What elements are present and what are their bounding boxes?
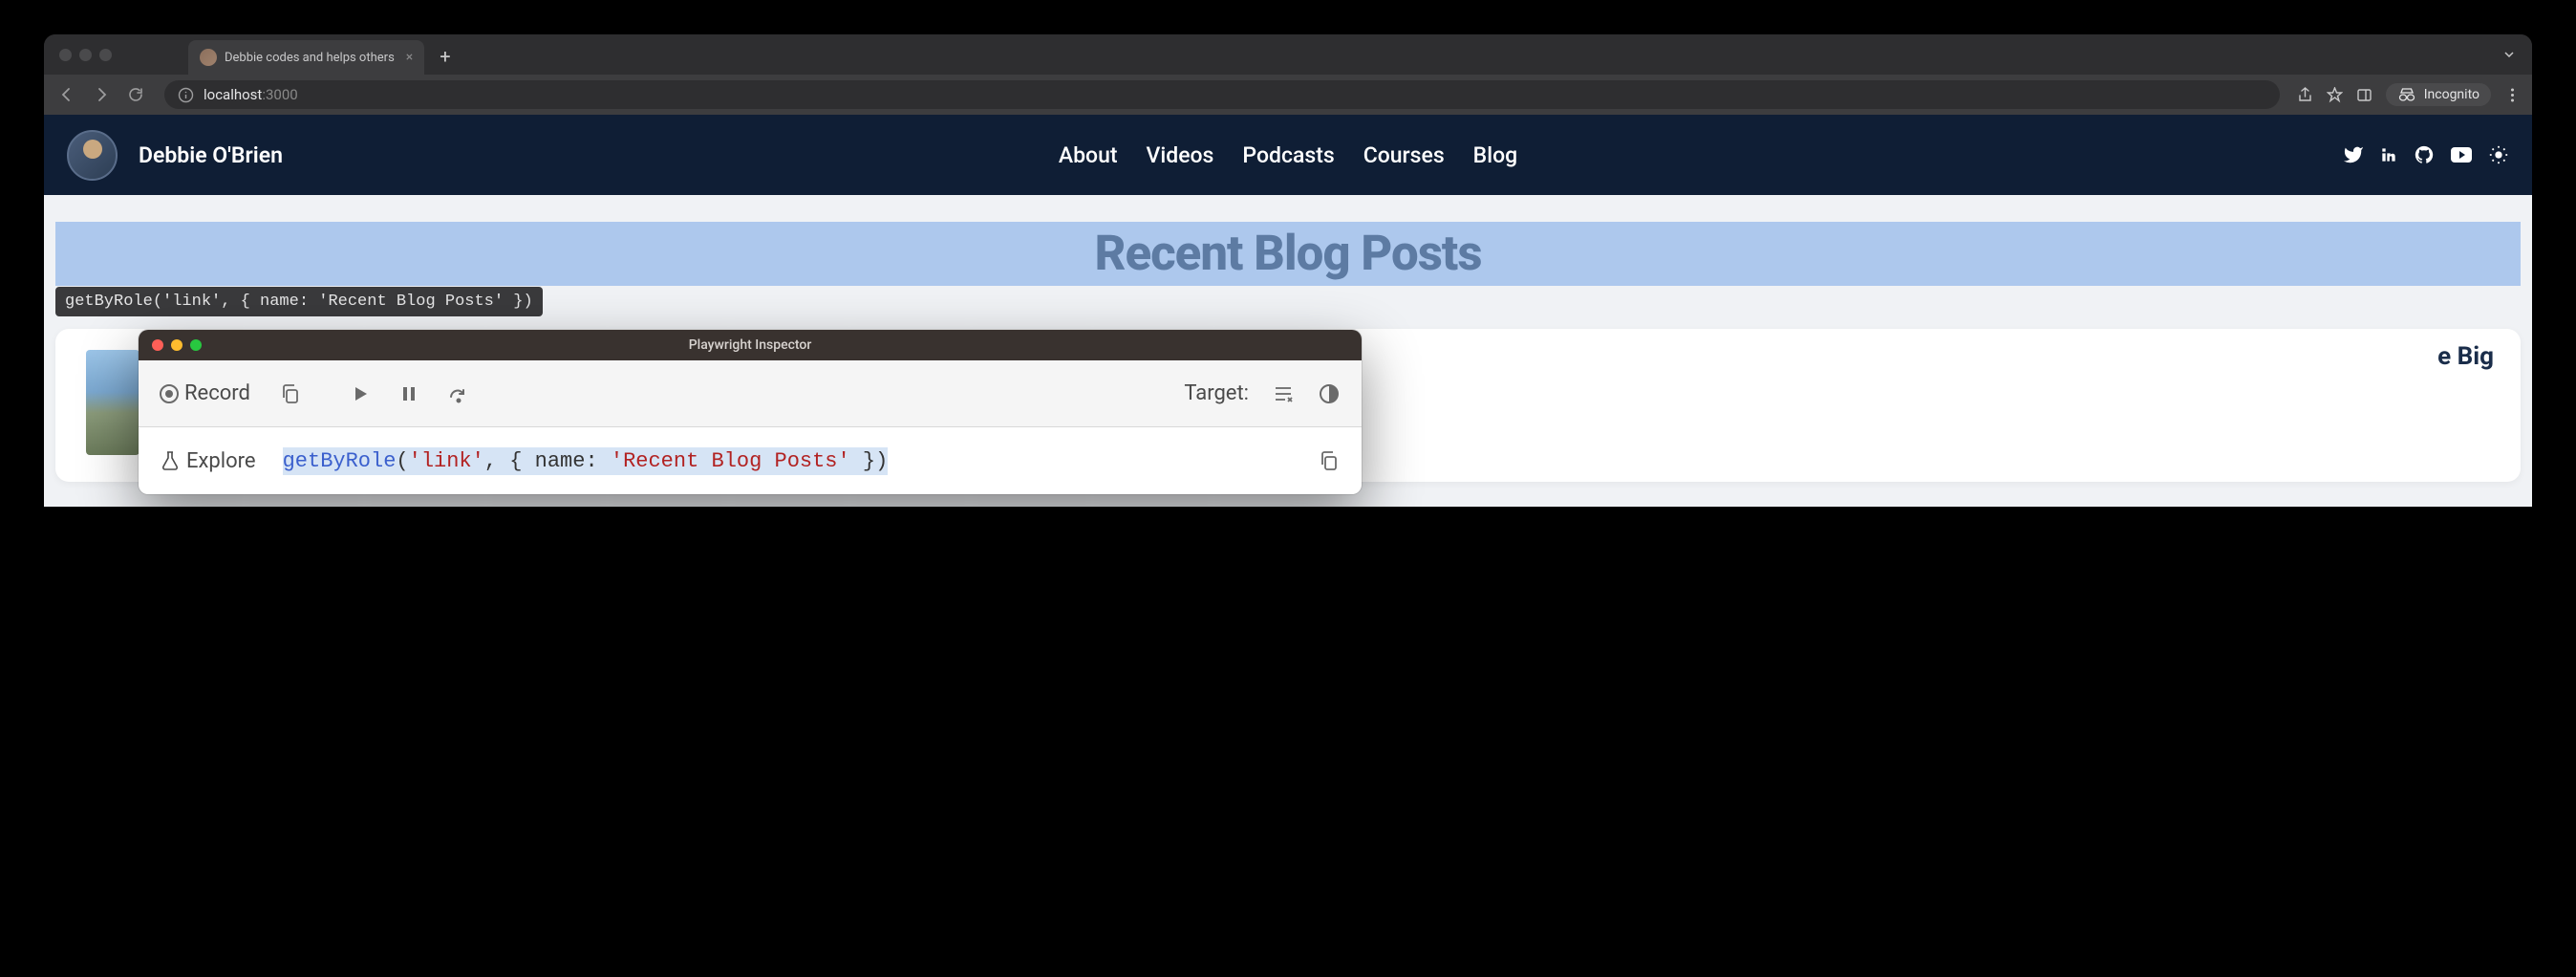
expand-tabs-button[interactable] [2501, 47, 2517, 62]
site-header: Debbie O'Brien About Videos Podcasts Cou… [44, 115, 2532, 195]
copy-icon[interactable] [279, 382, 302, 405]
inspector-explorer-bar: Explore getByRole('link', { name: 'Recen… [139, 427, 1362, 494]
inspector-window-controls [152, 339, 202, 351]
nav-podcasts[interactable]: Podcasts [1242, 142, 1334, 168]
url-text: localhost:3000 [204, 86, 298, 103]
new-tab-button[interactable]: + [440, 45, 450, 68]
step-over-icon[interactable] [447, 383, 470, 404]
tab-close-button[interactable]: × [406, 50, 413, 65]
share-icon[interactable] [2297, 87, 2313, 103]
incognito-icon [2397, 88, 2416, 101]
blog-title-partial: e Big [2437, 342, 2494, 371]
site-info-icon[interactable] [178, 87, 194, 103]
blog-thumbnail [86, 350, 140, 455]
theme-icon[interactable] [1318, 382, 1341, 405]
pause-icon[interactable] [399, 383, 419, 404]
menu-icon[interactable] [2504, 87, 2521, 103]
social-links [2343, 144, 2509, 165]
incognito-badge[interactable]: Incognito [2386, 83, 2491, 106]
avatar[interactable] [67, 130, 118, 181]
window-maximize-button[interactable] [99, 49, 112, 61]
nav-courses[interactable]: Courses [1363, 142, 1445, 168]
inspector-toolbar: Record Target: [139, 360, 1362, 427]
clear-icon[interactable] [1272, 383, 1295, 404]
nav-about[interactable]: About [1059, 142, 1118, 168]
incognito-label: Incognito [2424, 87, 2479, 102]
inspector-close-button[interactable] [152, 339, 163, 351]
nav-blog[interactable]: Blog [1473, 142, 1517, 168]
back-button[interactable] [55, 83, 78, 106]
copy-locator-icon[interactable] [1318, 449, 1341, 472]
tab-favicon [200, 49, 217, 66]
inspector-titlebar: Playwright Inspector [139, 330, 1362, 360]
target-label: Target: [1184, 381, 1249, 405]
nav-videos[interactable]: Videos [1147, 142, 1214, 168]
linkedin-icon[interactable] [2379, 145, 2398, 164]
forward-button[interactable] [90, 83, 113, 106]
browser-toolbar: localhost:3000 Incognito [44, 75, 2532, 115]
locator-tooltip: getByRole('link', { name: 'Recent Blog P… [55, 287, 543, 316]
window-close-button[interactable] [59, 49, 72, 61]
twitter-icon[interactable] [2343, 144, 2364, 165]
site-name[interactable]: Debbie O'Brien [139, 142, 283, 168]
record-button[interactable]: Record [160, 381, 250, 405]
locator-input[interactable]: getByRole('link', { name: 'Recent Blog P… [275, 444, 1299, 479]
inspector-title: Playwright Inspector [689, 337, 812, 353]
reload-button[interactable] [124, 83, 147, 106]
record-icon [160, 384, 179, 403]
main-nav: About Videos Podcasts Courses Blog [1059, 142, 1517, 168]
tab-title: Debbie codes and helps others [225, 51, 395, 65]
inspector-minimize-button[interactable] [171, 339, 182, 351]
inspector-maximize-button[interactable] [190, 339, 202, 351]
flask-icon [160, 449, 181, 472]
bookmark-icon[interactable] [2327, 87, 2343, 103]
address-bar[interactable]: localhost:3000 [164, 80, 2280, 109]
play-icon[interactable] [350, 383, 371, 404]
github-icon[interactable] [2414, 144, 2435, 165]
window-controls [59, 49, 112, 61]
window-minimize-button[interactable] [79, 49, 92, 61]
inspector-window: Playwright Inspector Record Target: [139, 330, 1362, 494]
browser-titlebar: Debbie codes and helps others × + [44, 34, 2532, 75]
youtube-icon[interactable] [2450, 146, 2473, 163]
heading-link[interactable]: Recent Blog Posts [55, 222, 2521, 286]
browser-tab[interactable]: Debbie codes and helps others × [188, 40, 424, 75]
page-heading: Recent Blog Posts [1094, 226, 1481, 282]
theme-toggle-icon[interactable] [2488, 144, 2509, 165]
explore-button[interactable]: Explore [160, 449, 256, 473]
side-panel-icon[interactable] [2356, 87, 2372, 103]
